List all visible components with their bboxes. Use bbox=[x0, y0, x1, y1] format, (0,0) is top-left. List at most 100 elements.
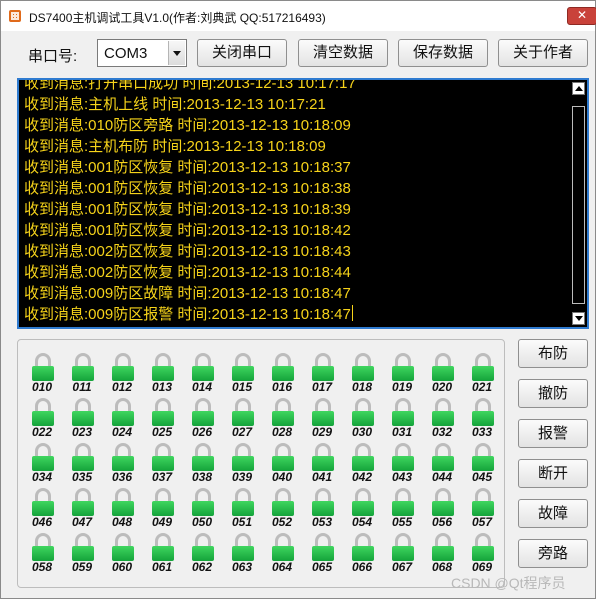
zone-027[interactable]: 027 bbox=[224, 398, 260, 444]
lock-icon bbox=[192, 533, 214, 561]
zone-066[interactable]: 066 bbox=[344, 533, 380, 579]
lock-icon bbox=[232, 353, 254, 381]
zone-064[interactable]: 064 bbox=[264, 533, 300, 579]
zone-029[interactable]: 029 bbox=[304, 398, 340, 444]
zone-039[interactable]: 039 bbox=[224, 443, 260, 489]
zone-label: 041 bbox=[311, 470, 333, 484]
port-select[interactable]: COM3 bbox=[97, 39, 187, 67]
zone-042[interactable]: 042 bbox=[344, 443, 380, 489]
zone-011[interactable]: 011 bbox=[64, 353, 100, 399]
zone-033[interactable]: 033 bbox=[464, 398, 500, 444]
zone-047[interactable]: 047 bbox=[64, 488, 100, 534]
zone-049[interactable]: 049 bbox=[144, 488, 180, 534]
zone-050[interactable]: 050 bbox=[184, 488, 220, 534]
zone-012[interactable]: 012 bbox=[104, 353, 140, 399]
text-caret bbox=[351, 305, 353, 321]
disconnect-button[interactable]: 断开 bbox=[518, 459, 588, 488]
zone-043[interactable]: 043 bbox=[384, 443, 420, 489]
lock-icon bbox=[272, 398, 294, 426]
message-log[interactable]: 收到消息:打开串口成功 时间:2013-12-13 10:17:17 收到消息:主… bbox=[17, 78, 589, 329]
zone-055[interactable]: 055 bbox=[384, 488, 420, 534]
watermark: CSDN @Qt程序员 bbox=[451, 575, 566, 591]
about-author-button[interactable]: 关于作者 bbox=[498, 39, 588, 67]
zone-label: 030 bbox=[351, 425, 373, 439]
zone-label: 051 bbox=[231, 515, 253, 529]
zone-058[interactable]: 058 bbox=[24, 533, 60, 579]
zone-label: 058 bbox=[31, 560, 53, 574]
zone-056[interactable]: 056 bbox=[424, 488, 460, 534]
zone-026[interactable]: 026 bbox=[184, 398, 220, 444]
zone-030[interactable]: 030 bbox=[344, 398, 380, 444]
zone-015[interactable]: 015 bbox=[224, 353, 260, 399]
zone-044[interactable]: 044 bbox=[424, 443, 460, 489]
zone-052[interactable]: 052 bbox=[264, 488, 300, 534]
zone-059[interactable]: 059 bbox=[64, 533, 100, 579]
lock-icon bbox=[112, 398, 134, 426]
zone-048[interactable]: 048 bbox=[104, 488, 140, 534]
lock-icon bbox=[272, 353, 294, 381]
disarm-button[interactable]: 撤防 bbox=[518, 379, 588, 408]
zone-025[interactable]: 025 bbox=[144, 398, 180, 444]
zone-057[interactable]: 057 bbox=[464, 488, 500, 534]
arm-button[interactable]: 布防 bbox=[518, 339, 588, 368]
zone-label: 047 bbox=[71, 515, 93, 529]
zone-060[interactable]: 060 bbox=[104, 533, 140, 579]
scroll-up-icon[interactable] bbox=[572, 82, 585, 95]
log-scrollbar[interactable] bbox=[571, 80, 587, 327]
lock-icon bbox=[232, 398, 254, 426]
zone-061[interactable]: 061 bbox=[144, 533, 180, 579]
zone-019[interactable]: 019 bbox=[384, 353, 420, 399]
zone-038[interactable]: 038 bbox=[184, 443, 220, 489]
zone-024[interactable]: 024 bbox=[104, 398, 140, 444]
zone-label: 027 bbox=[231, 425, 253, 439]
zone-010[interactable]: 010 bbox=[24, 353, 60, 399]
port-label: 串口号: bbox=[28, 48, 78, 65]
zone-036[interactable]: 036 bbox=[104, 443, 140, 489]
clear-data-button[interactable]: 清空数据 bbox=[298, 39, 388, 67]
zone-065[interactable]: 065 bbox=[304, 533, 340, 579]
zone-020[interactable]: 020 bbox=[424, 353, 460, 399]
alarm-button[interactable]: 报警 bbox=[518, 419, 588, 448]
zone-041[interactable]: 041 bbox=[304, 443, 340, 489]
scroll-down-icon[interactable] bbox=[572, 312, 585, 325]
lock-icon bbox=[32, 533, 54, 561]
zone-016[interactable]: 016 bbox=[264, 353, 300, 399]
zone-054[interactable]: 054 bbox=[344, 488, 380, 534]
lock-icon bbox=[72, 443, 94, 471]
lock-icon bbox=[432, 488, 454, 516]
lock-icon bbox=[152, 488, 174, 516]
zone-013[interactable]: 013 bbox=[144, 353, 180, 399]
lock-icon bbox=[32, 398, 54, 426]
zone-021[interactable]: 021 bbox=[464, 353, 500, 399]
zone-014[interactable]: 014 bbox=[184, 353, 220, 399]
zone-063[interactable]: 063 bbox=[224, 533, 260, 579]
save-data-button[interactable]: 保存数据 bbox=[398, 39, 488, 67]
zone-022[interactable]: 022 bbox=[24, 398, 60, 444]
zone-034[interactable]: 034 bbox=[24, 443, 60, 489]
zone-label: 064 bbox=[271, 560, 293, 574]
zone-032[interactable]: 032 bbox=[424, 398, 460, 444]
zone-035[interactable]: 035 bbox=[64, 443, 100, 489]
lock-icon bbox=[312, 443, 334, 471]
zone-028[interactable]: 028 bbox=[264, 398, 300, 444]
zone-051[interactable]: 051 bbox=[224, 488, 260, 534]
lock-icon bbox=[152, 398, 174, 426]
zone-031[interactable]: 031 bbox=[384, 398, 420, 444]
fault-button[interactable]: 故障 bbox=[518, 499, 588, 528]
lock-icon bbox=[152, 443, 174, 471]
zone-046[interactable]: 046 bbox=[24, 488, 60, 534]
zone-045[interactable]: 045 bbox=[464, 443, 500, 489]
zone-023[interactable]: 023 bbox=[64, 398, 100, 444]
zone-062[interactable]: 062 bbox=[184, 533, 220, 579]
close-window-button[interactable]: ✕ bbox=[567, 7, 596, 25]
zone-040[interactable]: 040 bbox=[264, 443, 300, 489]
close-port-button[interactable]: 关闭串口 bbox=[197, 39, 287, 67]
chevron-down-icon[interactable] bbox=[168, 41, 185, 65]
bypass-button[interactable]: 旁路 bbox=[518, 539, 588, 568]
zone-018[interactable]: 018 bbox=[344, 353, 380, 399]
scroll-thumb[interactable] bbox=[572, 106, 585, 304]
zone-037[interactable]: 037 bbox=[144, 443, 180, 489]
zone-053[interactable]: 053 bbox=[304, 488, 340, 534]
zone-067[interactable]: 067 bbox=[384, 533, 420, 579]
zone-017[interactable]: 017 bbox=[304, 353, 340, 399]
